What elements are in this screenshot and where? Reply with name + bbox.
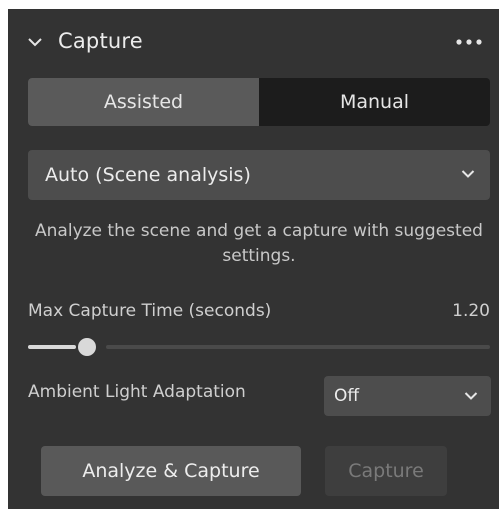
capture-mode-dropdown[interactable]: Auto (Scene analysis) <box>28 150 490 200</box>
slider-thumb[interactable] <box>78 338 96 356</box>
tab-manual[interactable]: Manual <box>259 78 490 126</box>
max-capture-time-label: Max Capture Time (seconds) <box>28 301 272 321</box>
tab-assisted[interactable]: Assisted <box>28 78 259 126</box>
max-capture-time-value: 1.20 <box>452 301 490 321</box>
capture-panel: Capture Assisted Manual Auto (Scene anal… <box>8 9 499 509</box>
ambient-light-label: Ambient Light Adaptation <box>28 382 246 402</box>
capture-mode-value: Auto (Scene analysis) <box>45 164 251 186</box>
chevron-down-icon[interactable] <box>27 35 43 49</box>
more-horizontal-icon[interactable] <box>455 36 483 48</box>
mode-segmented-control: Assisted Manual <box>28 78 490 126</box>
slider-fill <box>28 345 76 349</box>
slider-track[interactable] <box>106 345 490 349</box>
capture-button[interactable]: Capture <box>325 446 447 496</box>
panel-header: Capture <box>8 9 499 75</box>
ambient-light-value: Off <box>334 386 360 406</box>
analyze-capture-button[interactable]: Analyze & Capture <box>41 446 301 496</box>
ambient-light-dropdown[interactable]: Off <box>324 376 491 416</box>
mode-description: Analyze the scene and get a capture with… <box>35 221 483 266</box>
chevron-down-icon <box>464 392 478 400</box>
chevron-down-icon <box>461 170 475 178</box>
max-capture-time-slider[interactable] <box>28 337 490 357</box>
panel-title: Capture <box>58 29 143 53</box>
